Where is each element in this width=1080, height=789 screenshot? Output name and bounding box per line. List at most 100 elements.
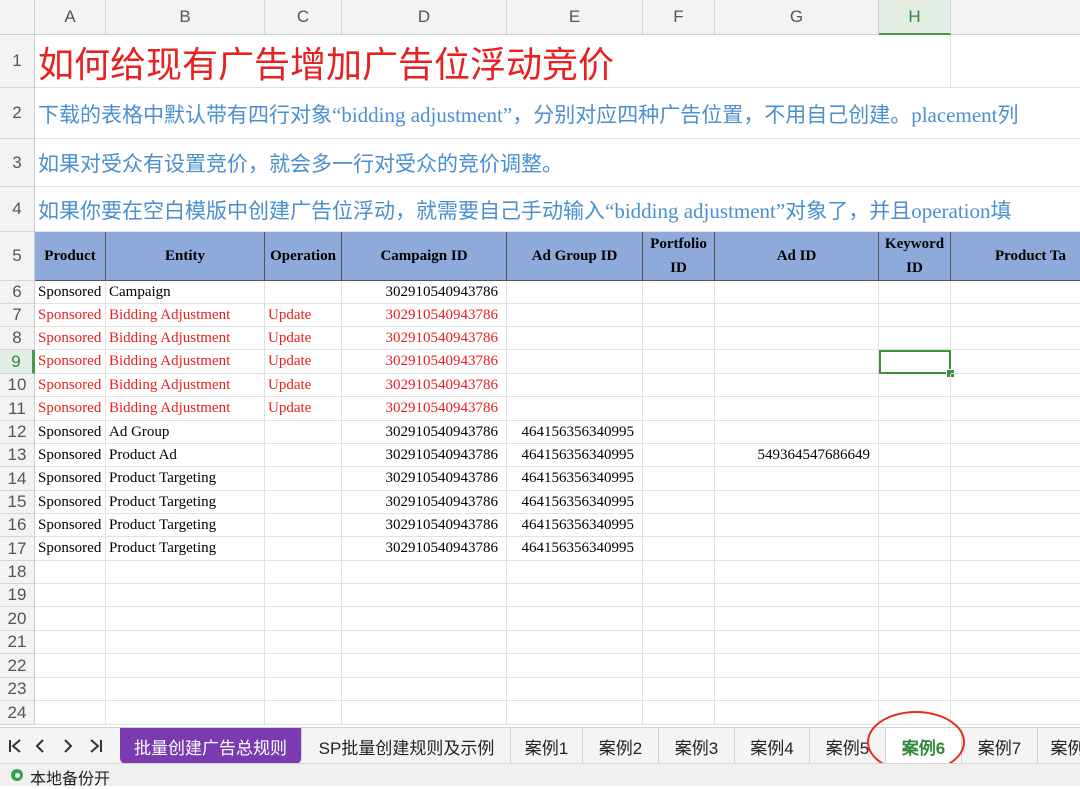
data-cell-operation[interactable]	[265, 444, 342, 467]
data-cell[interactable]	[643, 467, 715, 491]
column-header-C[interactable]: C	[265, 0, 342, 35]
data-cell[interactable]	[643, 537, 715, 561]
empty-cell[interactable]	[951, 561, 1080, 584]
data-cell[interactable]	[643, 374, 715, 397]
data-cell[interactable]	[879, 444, 951, 467]
empty-cell[interactable]	[507, 631, 643, 654]
data-cell-campaign-id[interactable]: 302910540943786	[342, 397, 507, 421]
last-sheet-button[interactable]	[84, 734, 108, 758]
empty-cell[interactable]	[643, 139, 715, 187]
data-cell-ad-id[interactable]	[715, 374, 879, 397]
table-header-cell[interactable]: Keyword ID	[879, 232, 951, 281]
data-cell-ad-group_id[interactable]	[507, 327, 643, 350]
data-cell[interactable]	[879, 491, 951, 514]
data-cell-ad-id[interactable]	[715, 304, 879, 327]
empty-cell[interactable]	[879, 584, 951, 607]
table-header-cell[interactable]: Campaign ID	[342, 232, 507, 281]
empty-cell[interactable]	[879, 139, 951, 187]
row-header-13[interactable]: 13	[0, 444, 35, 467]
data-cell-ad-group_id[interactable]: 464156356340995	[507, 514, 643, 537]
data-cell-campaign-id[interactable]: 302910540943786	[342, 374, 507, 397]
empty-cell[interactable]	[106, 631, 265, 654]
data-cell-ad-group_id[interactable]: 464156356340995	[507, 421, 643, 444]
sheet-tab[interactable]: 案例	[1038, 728, 1080, 764]
row-header-19[interactable]: 19	[0, 584, 35, 607]
data-cell-entity[interactable]: Product Targeting	[106, 514, 265, 537]
empty-cell[interactable]	[951, 607, 1080, 631]
empty-cell[interactable]	[35, 584, 106, 607]
data-cell-ad-id[interactable]: 549364547686649	[715, 444, 879, 467]
data-cell-entity[interactable]: Product Ad	[106, 444, 265, 467]
data-cell[interactable]	[951, 514, 1080, 537]
row-header-4[interactable]: 4	[0, 187, 35, 232]
data-cell-operation[interactable]	[265, 281, 342, 304]
empty-cell[interactable]	[715, 701, 879, 725]
empty-cell[interactable]	[35, 678, 106, 701]
data-cell[interactable]	[951, 281, 1080, 304]
empty-cell[interactable]	[879, 35, 951, 88]
empty-cell[interactable]	[715, 561, 879, 584]
empty-cell[interactable]	[507, 561, 643, 584]
row-header-7[interactable]: 7	[0, 304, 35, 327]
data-cell-operation[interactable]	[265, 467, 342, 491]
sheet-tab[interactable]: 批量创建广告总规则	[120, 728, 302, 764]
row-header-17[interactable]: 17	[0, 537, 35, 561]
data-cell[interactable]	[879, 467, 951, 491]
sheet-tab[interactable]: 案例5	[810, 728, 886, 764]
empty-cell[interactable]	[951, 35, 1080, 88]
empty-cell[interactable]	[342, 701, 507, 725]
data-cell[interactable]	[879, 374, 951, 397]
data-cell-ad-id[interactable]	[715, 281, 879, 304]
data-cell[interactable]	[643, 350, 715, 374]
empty-cell[interactable]	[879, 607, 951, 631]
empty-cell[interactable]	[643, 607, 715, 631]
empty-cell[interactable]	[951, 654, 1080, 678]
data-cell-ad-id[interactable]	[715, 491, 879, 514]
table-header-cell[interactable]: Product Ta	[951, 232, 1080, 281]
sheet-tab[interactable]: 案例1	[511, 728, 583, 764]
data-cell-operation[interactable]	[265, 421, 342, 444]
column-header-I[interactable]	[951, 0, 1080, 35]
empty-cell[interactable]	[951, 139, 1080, 187]
data-cell-campaign-id[interactable]: 302910540943786	[342, 444, 507, 467]
data-cell-ad-group_id[interactable]: 464156356340995	[507, 491, 643, 514]
row-header-16[interactable]: 16	[0, 514, 35, 537]
row-header-24[interactable]: 24	[0, 701, 35, 725]
data-cell[interactable]	[643, 327, 715, 350]
row-header-22[interactable]: 22	[0, 654, 35, 678]
empty-cell[interactable]	[106, 584, 265, 607]
data-cell-product[interactable]: Sponsored	[35, 350, 106, 374]
data-cell-operation[interactable]	[265, 491, 342, 514]
empty-cell[interactable]	[342, 631, 507, 654]
empty-cell[interactable]	[35, 701, 106, 725]
data-cell-product[interactable]: Sponsored	[35, 467, 106, 491]
spreadsheet-grid[interactable]: ABCDEFGH 1 2 3 4 5 6 7 8 9 10 11 12 13 14 15 16 17 18 19 20…	[0, 0, 1080, 727]
data-cell-ad-group_id[interactable]: 464156356340995	[507, 537, 643, 561]
empty-cell[interactable]	[951, 631, 1080, 654]
data-cell[interactable]	[879, 514, 951, 537]
empty-cell[interactable]	[643, 584, 715, 607]
data-cell-ad-group_id[interactable]	[507, 281, 643, 304]
data-cell-ad-group_id[interactable]	[507, 304, 643, 327]
data-cell[interactable]	[951, 374, 1080, 397]
previous-sheet-button[interactable]	[28, 734, 52, 758]
empty-cell[interactable]	[715, 654, 879, 678]
data-cell-entity[interactable]: Bidding Adjustment	[106, 397, 265, 421]
column-header-A[interactable]: A	[35, 0, 106, 35]
data-cell[interactable]	[879, 397, 951, 421]
row-header-12[interactable]: 12	[0, 421, 35, 444]
row-header-6[interactable]: 6	[0, 281, 35, 304]
sheet-tab[interactable]: 案例2	[583, 728, 659, 764]
empty-cell[interactable]	[879, 701, 951, 725]
data-cell-operation[interactable]	[265, 514, 342, 537]
data-cell-ad-id[interactable]	[715, 350, 879, 374]
empty-cell[interactable]	[507, 654, 643, 678]
data-cell-operation[interactable]: Update	[265, 374, 342, 397]
data-cell[interactable]	[951, 304, 1080, 327]
empty-cell[interactable]	[265, 561, 342, 584]
data-cell-product[interactable]: Sponsored	[35, 537, 106, 561]
data-cell[interactable]	[879, 421, 951, 444]
data-cell-operation[interactable]	[265, 537, 342, 561]
data-cell[interactable]	[951, 491, 1080, 514]
empty-cell[interactable]	[106, 678, 265, 701]
